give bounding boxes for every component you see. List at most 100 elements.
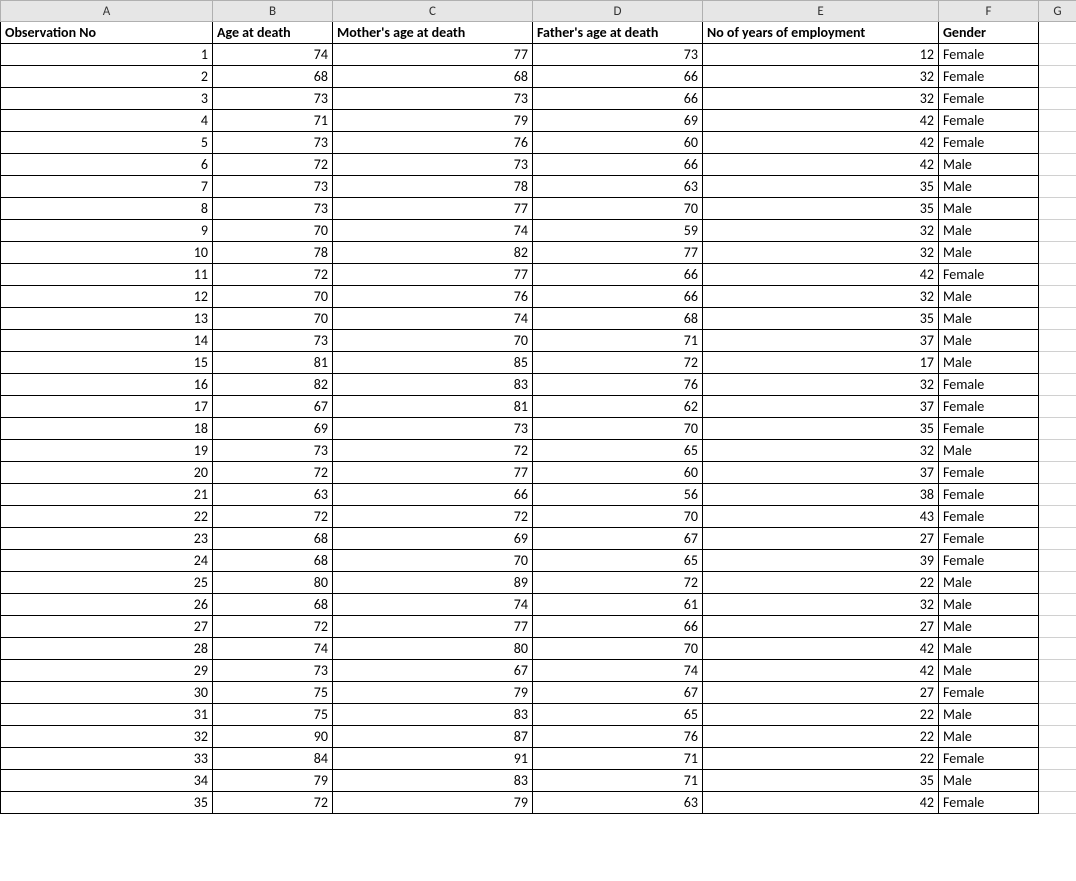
cell-observation-no[interactable]: 21 bbox=[1, 484, 213, 506]
cell-years-employment[interactable]: 27 bbox=[703, 528, 939, 550]
cell-gender[interactable]: Male bbox=[939, 176, 1039, 198]
cell-observation-no[interactable]: 12 bbox=[1, 286, 213, 308]
cell-years-employment[interactable]: 35 bbox=[703, 418, 939, 440]
cell-mothers-age[interactable]: 74 bbox=[333, 308, 533, 330]
cell-age-at-death[interactable]: 79 bbox=[213, 770, 333, 792]
cell-years-employment[interactable]: 37 bbox=[703, 330, 939, 352]
cell-years-employment[interactable]: 42 bbox=[703, 638, 939, 660]
cell-mothers-age[interactable]: 74 bbox=[333, 220, 533, 242]
cell-gender[interactable]: Male bbox=[939, 154, 1039, 176]
cell-gender[interactable]: Male bbox=[939, 770, 1039, 792]
cell-mothers-age[interactable]: 85 bbox=[333, 352, 533, 374]
col-letter-G[interactable]: G bbox=[1039, 1, 1076, 22]
cell-years-employment[interactable]: 32 bbox=[703, 374, 939, 396]
cell-mothers-age[interactable]: 77 bbox=[333, 462, 533, 484]
cell-age-at-death[interactable]: 78 bbox=[213, 242, 333, 264]
cell-gender[interactable]: Female bbox=[939, 462, 1039, 484]
cell-observation-no[interactable]: 16 bbox=[1, 374, 213, 396]
cell-fathers-age[interactable]: 65 bbox=[533, 550, 703, 572]
cell-observation-no[interactable]: 29 bbox=[1, 660, 213, 682]
cell-years-employment[interactable]: 42 bbox=[703, 660, 939, 682]
cell-mothers-age[interactable]: 81 bbox=[333, 396, 533, 418]
cell-mothers-age[interactable]: 74 bbox=[333, 594, 533, 616]
col-letter-A[interactable]: A bbox=[1, 1, 213, 22]
spreadsheet-grid[interactable]: A B C D E F G Observation No Age at deat… bbox=[0, 0, 1076, 814]
cell-gender[interactable]: Male bbox=[939, 352, 1039, 374]
cell-mothers-age[interactable]: 87 bbox=[333, 726, 533, 748]
cell-age-at-death[interactable]: 70 bbox=[213, 286, 333, 308]
cell-blank[interactable] bbox=[1039, 550, 1076, 572]
cell-age-at-death[interactable]: 73 bbox=[213, 176, 333, 198]
cell-blank[interactable] bbox=[1039, 660, 1076, 682]
cell-fathers-age[interactable]: 71 bbox=[533, 748, 703, 770]
cell-blank[interactable] bbox=[1039, 572, 1076, 594]
cell-gender[interactable]: Female bbox=[939, 550, 1039, 572]
cell-fathers-age[interactable]: 65 bbox=[533, 704, 703, 726]
cell-gender[interactable]: Female bbox=[939, 66, 1039, 88]
cell-fathers-age[interactable]: 71 bbox=[533, 770, 703, 792]
cell-blank[interactable] bbox=[1039, 396, 1076, 418]
cell-age-at-death[interactable]: 72 bbox=[213, 616, 333, 638]
cell-blank[interactable] bbox=[1039, 110, 1076, 132]
cell-blank[interactable] bbox=[1039, 616, 1076, 638]
cell-years-employment[interactable]: 27 bbox=[703, 682, 939, 704]
cell-years-employment[interactable]: 17 bbox=[703, 352, 939, 374]
cell-blank[interactable] bbox=[1039, 286, 1076, 308]
cell-fathers-age[interactable]: 76 bbox=[533, 726, 703, 748]
cell-observation-no[interactable]: 17 bbox=[1, 396, 213, 418]
cell-fathers-age[interactable]: 72 bbox=[533, 352, 703, 374]
cell-gender[interactable]: Female bbox=[939, 44, 1039, 66]
hdr-observation-no[interactable]: Observation No bbox=[1, 22, 213, 44]
cell-observation-no[interactable]: 1 bbox=[1, 44, 213, 66]
cell-mothers-age[interactable]: 72 bbox=[333, 440, 533, 462]
cell-age-at-death[interactable]: 68 bbox=[213, 550, 333, 572]
cell-fathers-age[interactable]: 66 bbox=[533, 88, 703, 110]
cell-years-employment[interactable]: 22 bbox=[703, 704, 939, 726]
cell-years-employment[interactable]: 42 bbox=[703, 264, 939, 286]
cell-age-at-death[interactable]: 75 bbox=[213, 682, 333, 704]
cell-fathers-age[interactable]: 74 bbox=[533, 660, 703, 682]
cell-gender[interactable]: Female bbox=[939, 396, 1039, 418]
cell-gender[interactable]: Male bbox=[939, 616, 1039, 638]
cell-blank[interactable] bbox=[1039, 176, 1076, 198]
cell-blank[interactable] bbox=[1039, 440, 1076, 462]
cell-age-at-death[interactable]: 69 bbox=[213, 418, 333, 440]
cell-blank[interactable] bbox=[1039, 44, 1076, 66]
cell-age-at-death[interactable]: 71 bbox=[213, 110, 333, 132]
cell-fathers-age[interactable]: 67 bbox=[533, 682, 703, 704]
cell-fathers-age[interactable]: 67 bbox=[533, 528, 703, 550]
cell-blank[interactable] bbox=[1039, 506, 1076, 528]
cell-mothers-age[interactable]: 68 bbox=[333, 66, 533, 88]
cell-observation-no[interactable]: 24 bbox=[1, 550, 213, 572]
cell-blank[interactable] bbox=[1039, 484, 1076, 506]
cell-blank[interactable] bbox=[1039, 726, 1076, 748]
cell-years-employment[interactable]: 42 bbox=[703, 792, 939, 814]
cell-fathers-age[interactable]: 59 bbox=[533, 220, 703, 242]
cell-observation-no[interactable]: 28 bbox=[1, 638, 213, 660]
hdr-years-employment[interactable]: No of years of employment bbox=[703, 22, 939, 44]
cell-fathers-age[interactable]: 70 bbox=[533, 638, 703, 660]
cell-blank[interactable] bbox=[1039, 594, 1076, 616]
cell-observation-no[interactable]: 13 bbox=[1, 308, 213, 330]
cell-age-at-death[interactable]: 73 bbox=[213, 330, 333, 352]
cell-blank[interactable] bbox=[1039, 220, 1076, 242]
cell-blank[interactable] bbox=[1039, 264, 1076, 286]
cell-age-at-death[interactable]: 73 bbox=[213, 440, 333, 462]
cell-years-employment[interactable]: 39 bbox=[703, 550, 939, 572]
cell-years-employment[interactable]: 32 bbox=[703, 440, 939, 462]
cell-age-at-death[interactable]: 68 bbox=[213, 594, 333, 616]
cell-gender[interactable]: Male bbox=[939, 726, 1039, 748]
cell-fathers-age[interactable]: 62 bbox=[533, 396, 703, 418]
cell-years-employment[interactable]: 32 bbox=[703, 594, 939, 616]
cell-age-at-death[interactable]: 73 bbox=[213, 198, 333, 220]
cell-blank[interactable] bbox=[1039, 66, 1076, 88]
cell-observation-no[interactable]: 3 bbox=[1, 88, 213, 110]
cell-fathers-age[interactable]: 66 bbox=[533, 616, 703, 638]
cell-years-employment[interactable]: 35 bbox=[703, 176, 939, 198]
cell-observation-no[interactable]: 26 bbox=[1, 594, 213, 616]
cell-mothers-age[interactable]: 66 bbox=[333, 484, 533, 506]
hdr-fathers-age[interactable]: Father's age at death bbox=[533, 22, 703, 44]
cell-age-at-death[interactable]: 72 bbox=[213, 506, 333, 528]
cell-blank[interactable] bbox=[1039, 88, 1076, 110]
cell-observation-no[interactable]: 15 bbox=[1, 352, 213, 374]
